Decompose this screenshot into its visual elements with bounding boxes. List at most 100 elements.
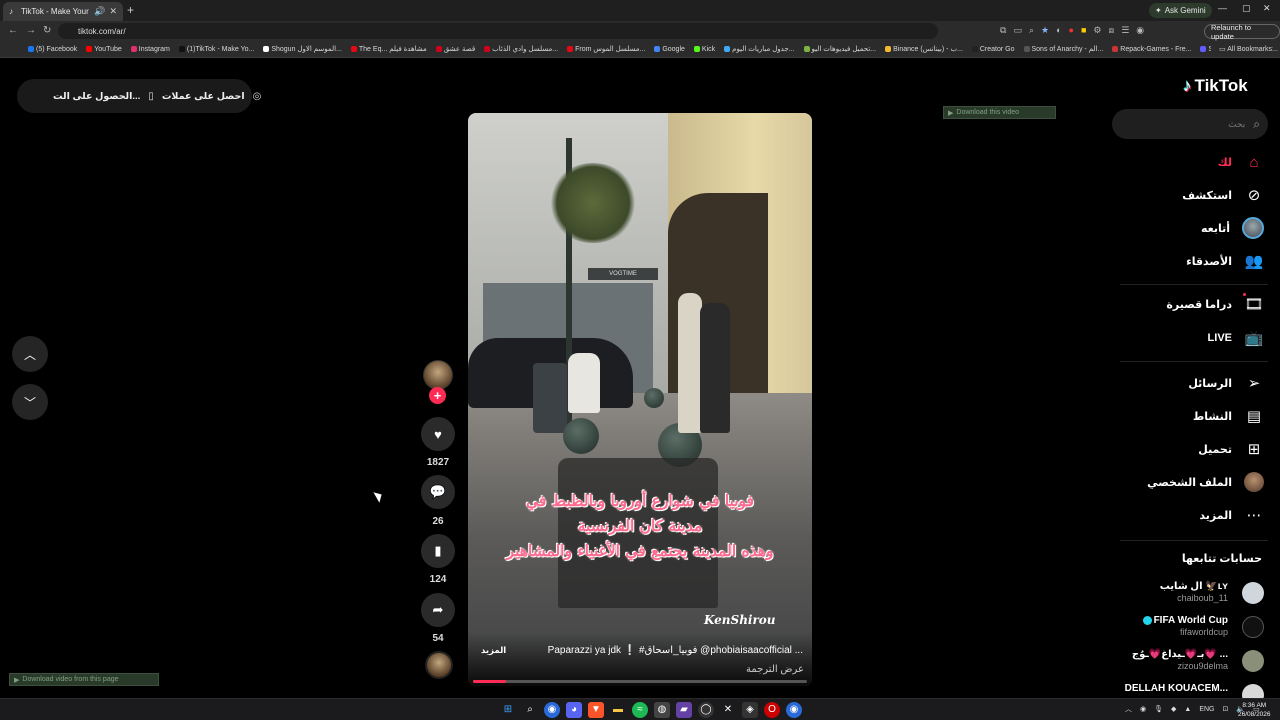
back-icon[interactable]: ← [8, 25, 18, 36]
forward-icon[interactable]: → [26, 25, 36, 36]
bookmark-item[interactable]: جدول مباريات اليوم... [724, 45, 795, 53]
bookmark-item[interactable]: YouTube [86, 46, 122, 53]
more-button[interactable]: المزيد [481, 645, 506, 656]
download-video-bar[interactable]: ▶ Download this video [943, 106, 1056, 119]
reload-icon[interactable]: ↻ [43, 25, 51, 36]
see-translation-link[interactable]: عرض الترجمة [746, 664, 804, 675]
video-progress-bar[interactable] [473, 680, 807, 683]
extension-icon[interactable]: ⚙ [1093, 25, 1101, 36]
bookmark-item[interactable]: Binance (بينانس) - ب... [885, 45, 963, 53]
bookmark-item[interactable]: Google [654, 46, 685, 53]
bookmark-item[interactable]: مسلسل وادي الذئاب... [484, 45, 558, 53]
divider [1120, 284, 1268, 285]
relaunch-button[interactable]: Relaunch to update [1204, 23, 1280, 41]
language-indicator[interactable]: ENG [1199, 706, 1214, 713]
cast-icon[interactable]: ▭ [1013, 25, 1022, 36]
sound-disc-avatar[interactable] [425, 651, 453, 679]
followed-account[interactable]: بـ💗ـيداغ💗ـوُج💗 ... zizou9delma [1118, 648, 1264, 674]
download-video-page-bar[interactable]: ▶ Download video from this page [9, 673, 159, 686]
browser-tab[interactable]: ♪ TikTok - Make Your Day 🔊 ✕ [3, 2, 123, 21]
sidebar-item-live[interactable]: LIVE 📺 [1120, 326, 1264, 350]
network-icon[interactable]: ⊡ [1223, 705, 1229, 713]
file-explorer-icon[interactable]: ▬ [610, 702, 626, 718]
bookmark-item[interactable]: Creator Go [971, 46, 1015, 53]
microphone-icon[interactable]: 🎙 [1154, 705, 1163, 713]
app-icon[interactable]: ◈ [742, 702, 758, 718]
bookmark-item[interactable]: (5) Facebook [28, 46, 77, 53]
bookmark-item[interactable]: تحميل فيديوهات اليو... [803, 45, 876, 53]
mute-tab-icon[interactable]: 🔊 [94, 6, 105, 17]
follow-button[interactable]: + [429, 387, 446, 404]
sidebar-item-for-you[interactable]: لك ⌂ [1120, 150, 1264, 174]
followed-account[interactable]: FIFA World Cup fifaworldcup [1118, 614, 1264, 640]
discord-icon[interactable]: ◕ [566, 702, 582, 718]
get-coins-button[interactable]: احصل على عملات [162, 91, 245, 102]
tray-app-icon[interactable]: ◉ [1140, 705, 1146, 713]
profile-icon[interactable]: ◉ [1136, 25, 1144, 36]
windows-start-icon[interactable]: ⊞ [500, 702, 516, 718]
bookmark-star-icon[interactable]: ★ [1041, 25, 1049, 36]
sidebar-item-activity[interactable]: النشاط ▤ [1120, 404, 1264, 428]
tray-app-icon[interactable]: ▲ [1184, 706, 1191, 713]
bookmark-item[interactable]: قصة عشق [435, 45, 475, 53]
all-bookmarks-button[interactable]: ▭ All Bookmarks [1211, 45, 1272, 53]
extension-icon[interactable]: ● [1069, 25, 1074, 36]
sidebar-item-more[interactable]: المزيد ⋯ [1120, 503, 1264, 527]
bookmark-item[interactable]: The Eq... مشاهدة فيلم [350, 45, 427, 53]
video-player[interactable]: VOGTIME فوبيا في شوارع أوروبا وبالظبط في… [468, 113, 812, 686]
search-icon[interactable]: ⌕ [522, 702, 538, 718]
like-button[interactable]: ♥ [421, 417, 455, 451]
sidebar-item-messages[interactable]: الرسائل ➢ [1120, 371, 1264, 395]
maximize-icon[interactable]: ▢ [1242, 3, 1251, 14]
system-clock[interactable]: 8:36 AM 26/08/2026 [1238, 701, 1271, 719]
sidebar-item-upload[interactable]: تحميل ⊞ [1120, 437, 1264, 461]
chrome-icon[interactable]: ◉ [786, 702, 802, 718]
ask-gemini-button[interactable]: ✦ Ask Gemini [1149, 3, 1212, 18]
search-input[interactable]: بحث ⌕ [1112, 109, 1268, 139]
bookmark-item[interactable]: From مسلسل الموس... [567, 45, 645, 53]
share-button[interactable]: ➦ [421, 593, 455, 627]
extension-icon[interactable]: ◐ [1056, 25, 1061, 36]
chrome-icon[interactable]: ◉ [544, 702, 560, 718]
opera-icon[interactable]: O [764, 702, 780, 718]
save-button[interactable]: ▮ [421, 534, 455, 568]
url-bar[interactable]: tiktok.com/ar/ [58, 23, 938, 39]
next-video-button[interactable]: ﹀ [12, 384, 48, 420]
spotify-icon[interactable]: ≈ [632, 702, 648, 718]
chevron-up-icon[interactable]: ︿ [1125, 704, 1132, 714]
sidebar-item-following[interactable]: أتابعه [1120, 216, 1264, 240]
bookmark-item[interactable]: Instagram [130, 46, 170, 53]
minimize-icon[interactable]: — [1218, 3, 1227, 13]
zoom-icon[interactable]: ⌕ [1029, 25, 1034, 36]
sidebar-item-explore[interactable]: استكشف ⊘ [1120, 183, 1264, 207]
bookmark-item[interactable]: Sons of Anarchy - الم... [1023, 45, 1103, 53]
xbox-icon[interactable]: ✕ [720, 702, 736, 718]
bookmark-item[interactable]: Shogun الموسم الاول... [263, 45, 342, 53]
get-app-button[interactable]: الحصول على الت... [53, 91, 140, 102]
creator-avatar[interactable] [423, 360, 453, 390]
extensions-puzzle-icon[interactable]: ⧈ [1108, 25, 1114, 36]
reading-list-icon[interactable]: ☰ [1121, 25, 1129, 36]
tray-app-icon[interactable]: ◆ [1171, 705, 1176, 713]
translate-icon[interactable]: ⧉ [1000, 25, 1006, 36]
sidebar-item-profile[interactable]: الملف الشخصي [1120, 470, 1264, 494]
app-icon[interactable]: ◯ [698, 702, 714, 718]
close-tab-icon[interactable]: ✕ [109, 6, 117, 17]
bookmark-item[interactable]: Kick [693, 46, 715, 53]
bookmark-item[interactable]: Repack-Games - Fre... [1112, 46, 1191, 53]
tiktok-logo[interactable]: ♪ TikTok [1183, 76, 1248, 96]
bookmark-item[interactable]: (1)TikTok - Make Yo... [178, 46, 254, 53]
search-icon[interactable]: ⌕ [1253, 117, 1260, 132]
close-window-icon[interactable]: ✕ [1263, 3, 1271, 14]
followed-account[interactable]: ال شايب 🦅ʟʏ chaiboub_11 [1118, 580, 1264, 606]
extension-icon[interactable]: ■ [1081, 25, 1086, 36]
brave-icon[interactable]: ▼ [588, 702, 604, 718]
twitch-icon[interactable]: ▰ [676, 702, 692, 718]
previous-video-button[interactable]: ︿ [12, 336, 48, 372]
sidebar-item-short-drama[interactable]: دراما قصيرة 🎞 [1120, 292, 1264, 316]
new-tab-button[interactable]: + [127, 3, 134, 17]
followed-account[interactable]: DELLAH KOUACEM... [1118, 682, 1264, 698]
app-icon[interactable]: ◍ [654, 702, 670, 718]
comment-button[interactable]: 💬 [421, 475, 455, 509]
sidebar-item-friends[interactable]: الأصدقاء 👥 [1120, 249, 1264, 273]
